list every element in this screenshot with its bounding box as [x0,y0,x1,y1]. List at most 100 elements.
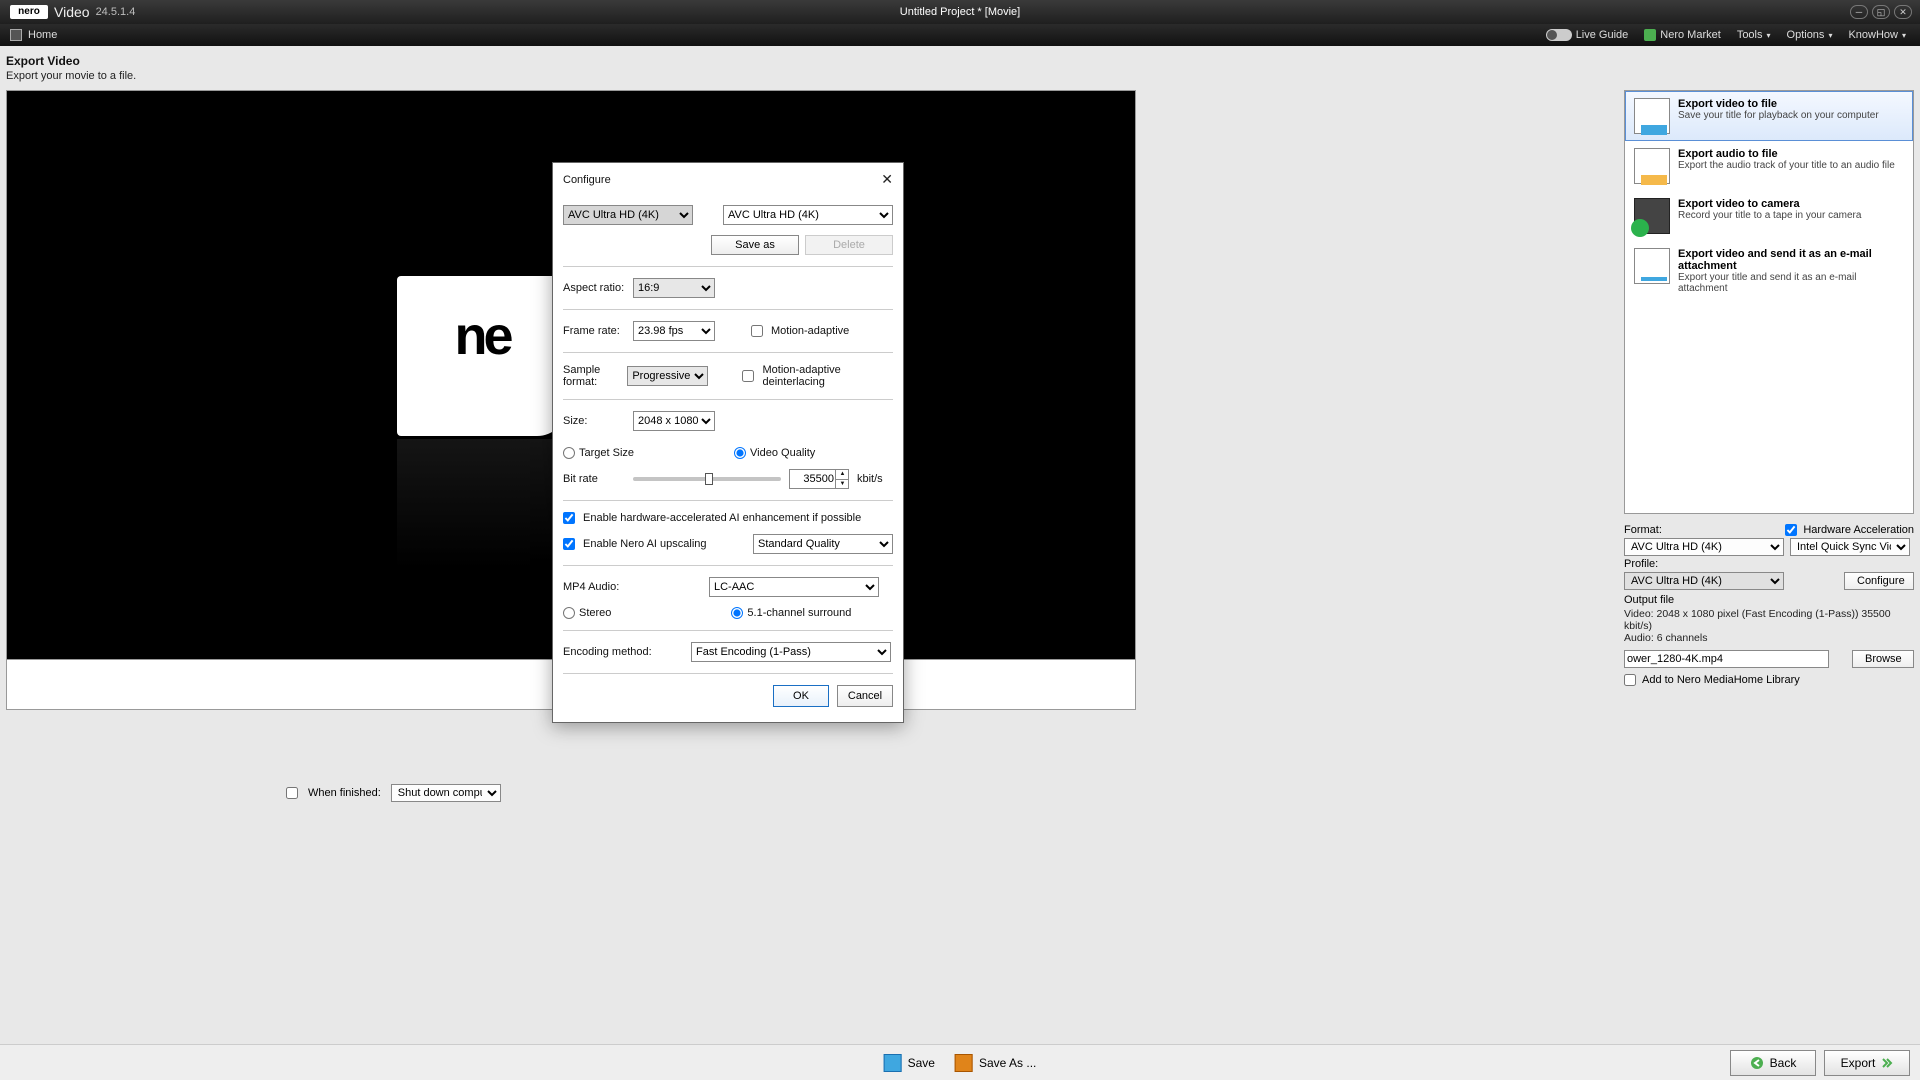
motion-adaptive-checkbox[interactable] [751,325,763,337]
mail-icon [1634,248,1670,284]
hw-ai-label: Enable hardware-accelerated AI enhanceme… [583,512,861,524]
profile-label: Profile: [1624,558,1674,570]
output-file-input[interactable] [1624,650,1829,668]
back-label: Back [1770,1056,1797,1070]
caret-icon: ▾ [1902,31,1906,40]
options-menu[interactable]: Options▾ [1787,29,1833,41]
stereo-label: Stereo [579,607,611,619]
export-option-sub: Export the audio track of your title to … [1678,160,1895,171]
export-label: Export [1841,1056,1876,1070]
preset-select[interactable]: AVC Ultra HD (4K) [723,205,893,225]
titlebar: nero Video 24.5.1.4 Untitled Project * [… [0,0,1920,24]
audio-icon [1634,148,1670,184]
disk-icon [955,1054,973,1072]
back-arrow-icon [1750,1056,1764,1070]
ai-upscale-checkbox[interactable] [563,538,575,550]
export-option-sub: Export your title and send it as an e-ma… [1678,272,1904,294]
dialog-ok-button[interactable]: OK [773,685,829,707]
hw-device-select[interactable]: Intel Quick Sync Video [1790,538,1910,556]
preset-saveas-button[interactable]: Save as [711,235,799,255]
live-guide-label: Live Guide [1576,29,1629,41]
knowhow-menu[interactable]: KnowHow ▾ [1848,29,1906,41]
saveas-button[interactable]: Save As ... [955,1054,1036,1072]
save-button[interactable]: Save [884,1054,935,1072]
export-option-camera[interactable]: Export video to cameraRecord your title … [1625,191,1913,241]
live-guide-toggle[interactable]: Live Guide [1546,29,1629,41]
home-icon [10,29,22,41]
output-video-stat: Video: 2048 x 1080 pixel (Fast Encoding … [1624,608,1914,632]
hw-ai-checkbox[interactable] [563,512,575,524]
encoding-label: Encoding method: [563,646,663,658]
configure-button[interactable]: Configure [1844,572,1914,590]
bitrate-up-button[interactable]: ▲ [836,469,849,479]
framerate-select[interactable]: 23.98 fps [633,321,715,341]
size-select[interactable]: 2048 x 1080 [633,411,715,431]
preset-category-select[interactable]: AVC Ultra HD (4K) [563,205,693,225]
sample-select[interactable]: Progressive [627,366,708,386]
surround-label: 5.1-channel surround [747,607,851,619]
export-option-email[interactable]: Export video and send it as an e-mail at… [1625,241,1913,301]
toggle-icon [1546,29,1572,41]
bitrate-unit: kbit/s [857,473,883,485]
size-label: Size: [563,415,625,427]
dialog-title: Configure [563,174,611,186]
close-button[interactable]: ✕ [1894,5,1912,19]
export-option-audio-file[interactable]: Export audio to fileExport the audio tra… [1625,141,1913,191]
hw-accel-label: Hardware Acceleration [1803,524,1914,536]
browse-button[interactable]: Browse [1852,650,1914,668]
export-button[interactable]: Export [1824,1050,1910,1076]
dialog-close-button[interactable]: ✕ [881,171,893,188]
surround-radio[interactable]: 5.1-channel surround [731,607,851,619]
target-size-radio[interactable]: Target Size [563,447,634,459]
bitrate-slider[interactable] [633,477,781,481]
video-quality-label: Video Quality [750,447,815,459]
output-audio-stat: Audio: 6 channels [1624,632,1914,644]
export-option-video-file[interactable]: Export video to fileSave your title for … [1625,91,1913,141]
profile-select[interactable]: AVC Ultra HD (4K) [1624,572,1784,590]
aspect-label: Aspect ratio: [563,282,625,294]
video-quality-radio[interactable]: Video Quality [734,447,815,459]
caret-icon: ▾ [1767,31,1771,40]
minimize-button[interactable]: ─ [1850,5,1868,19]
format-label: Format: [1624,524,1674,536]
back-button[interactable]: Back [1730,1050,1816,1076]
output-file-label: Output file [1624,594,1674,606]
export-options-list: Export video to fileSave your title for … [1624,90,1914,514]
mp4audio-label: MP4 Audio: [563,581,633,593]
restore-button[interactable]: ◱ [1872,5,1890,19]
nero-market-link[interactable]: Nero Market [1644,29,1721,41]
deinterlace-label: Motion-adaptive deinterlacing [762,364,893,388]
preset-delete-button: Delete [805,235,893,255]
dialog-cancel-button[interactable]: Cancel [837,685,893,707]
saveas-label: Save As ... [979,1056,1036,1070]
caret-icon: ▾ [1828,31,1832,40]
export-option-sub: Save your title for playback on your com… [1678,110,1879,121]
action-bar: Save Save As ... Back Export [0,1044,1920,1080]
when-finished-select[interactable]: Shut down computer [391,784,501,802]
target-size-label: Target Size [579,447,634,459]
knowhow-label: KnowHow [1848,29,1898,41]
bitrate-label: Bit rate [563,473,625,485]
tools-label: Tools [1737,29,1763,41]
stereo-radio[interactable]: Stereo [563,607,611,619]
deinterlace-checkbox[interactable] [742,370,754,382]
when-finished-label: When finished: [308,787,381,799]
hw-accel-checkbox[interactable] [1785,524,1797,536]
export-option-title: Export audio to file [1678,148,1778,160]
mp4audio-select[interactable]: LC-AAC [709,577,879,597]
when-finished-checkbox[interactable] [286,787,298,799]
app-version: 24.5.1.4 [96,6,136,18]
format-select[interactable]: AVC Ultra HD (4K) [1624,538,1784,556]
menubar: Home Live Guide Nero Market Tools ▾ Optio… [0,24,1920,46]
home-button[interactable]: Home [10,29,57,41]
encoding-select[interactable]: Fast Encoding (1-Pass) [691,642,891,662]
preview-placeholder: ne [397,276,567,436]
aspect-select[interactable]: 16:9 [633,278,715,298]
ai-quality-select[interactable]: Standard Quality [753,534,893,554]
options-label: Options [1787,29,1825,41]
bitrate-down-button[interactable]: ▼ [836,479,849,490]
tools-menu[interactable]: Tools ▾ [1737,29,1771,41]
film-icon [1634,98,1670,134]
export-option-title: Export video to camera [1678,198,1800,210]
add-mediahome-checkbox[interactable] [1624,674,1636,686]
